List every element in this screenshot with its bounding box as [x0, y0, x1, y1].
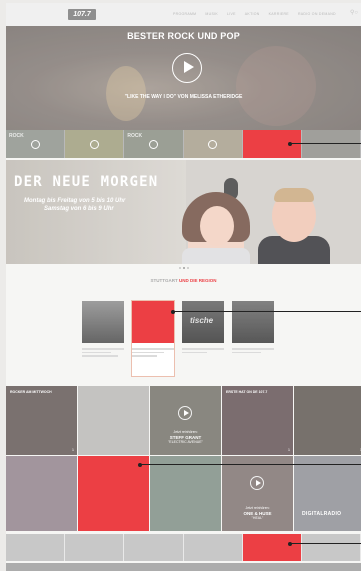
callout-pointer-3 — [138, 462, 361, 467]
digitalradio-logo: DIGITALRADIO — [302, 511, 342, 517]
news-card-image — [232, 301, 274, 343]
news-card-text — [232, 343, 274, 376]
morning-show-schedule-weekday: Montag bis Freitag von 5 bis 10 Uhr — [24, 198, 126, 204]
morning-show-title: DER NEUE MORGEN — [14, 174, 159, 190]
play-icon[interactable] — [178, 406, 192, 420]
top-nav: 107.7 PROGRAMM MUSIK LIVE AKTION KARRIER… — [6, 3, 361, 26]
news-card-image — [82, 301, 124, 343]
channel-tag: ROCK — [9, 133, 24, 139]
tile[interactable] — [6, 456, 77, 531]
channel-thumb-1[interactable]: ROCK — [6, 130, 66, 158]
nav-link-programm[interactable]: PROGRAMM — [173, 12, 196, 16]
tile-title: ROCKER AM MITTWOCH — [10, 390, 52, 394]
bottom-cell[interactable] — [124, 534, 184, 561]
news-card[interactable] — [82, 301, 124, 376]
tile[interactable]: Jetzt reinhören: ONE & HUSE "HEAL" — [222, 456, 293, 531]
channel-tag: ROCK — [127, 133, 143, 139]
channel-thumb-3[interactable]: ROCK — [124, 130, 184, 158]
channel-thumb-2[interactable] — [65, 130, 125, 158]
content-tiles: ROCKER AM MITTWOCH 1 Jetzt reinhören: ST… — [6, 386, 361, 532]
carousel-dot-active[interactable] — [183, 267, 185, 269]
news-card-text — [132, 343, 174, 376]
nav-links: PROGRAMM MUSIK LIVE AKTION KARRIERE RADI… — [173, 12, 336, 16]
channel-thumb-6[interactable] — [301, 130, 361, 158]
bottom-cell-highlight[interactable] — [242, 534, 302, 561]
news-card-active[interactable] — [131, 300, 175, 377]
tile-highlight[interactable] — [78, 456, 149, 531]
nav-link-aktion[interactable]: AKTION — [245, 12, 260, 16]
channel-strip: ROCK ROCK — [6, 130, 361, 158]
news-card-image-text: tische — [190, 316, 214, 325]
news-cards: tische — [82, 300, 274, 377]
news-card-image-highlight — [132, 301, 174, 343]
tile-caption-song: "ELECTRIC AVENUE" — [168, 440, 203, 444]
play-icon — [148, 139, 158, 149]
bottom-cell[interactable] — [301, 534, 361, 561]
bottom-cell[interactable] — [65, 534, 125, 561]
tile-caption-song: "HEAL" — [251, 516, 264, 520]
station-logo[interactable]: 107.7 — [68, 9, 96, 20]
tile[interactable] — [150, 456, 221, 531]
tile[interactable]: 1 — [294, 386, 361, 455]
news-card-text — [82, 343, 124, 376]
tile-count: 1 — [72, 448, 74, 452]
hero-title: BESTER ROCK UND POP — [127, 31, 240, 41]
tile[interactable]: Jetzt reinhören: STEFF GRANT "ELECTRIC A… — [150, 386, 221, 455]
search-icon[interactable]: ⚲○ — [350, 9, 358, 16]
tile-caption: Jetzt reinhören: ONE & HUSE "HEAL" — [222, 506, 293, 521]
carousel-dot[interactable] — [187, 267, 189, 269]
section-heading: STUTTGART UND DIE REGION — [6, 278, 361, 283]
play-icon — [89, 139, 99, 149]
page: 107.7 PROGRAMM MUSIK LIVE AKTION KARRIER… — [6, 3, 361, 571]
host-photo-2 — [258, 188, 330, 264]
callout-pointer-4 — [288, 541, 361, 546]
callout-pointer-1 — [288, 141, 361, 146]
channel-thumb-5-highlight[interactable] — [242, 130, 302, 158]
tile[interactable]: ROCKER AM MITTWOCH 1 — [6, 386, 77, 455]
hero-now-playing: "LIKE THE WAY I DO" VON MELISSA ETHERIDG… — [124, 94, 243, 100]
nav-link-karriere[interactable]: KARRIERE — [269, 12, 289, 16]
section-heading-prefix: STUTTGART — [150, 278, 178, 283]
callout-pointer-2 — [171, 309, 361, 314]
tile[interactable] — [78, 386, 149, 455]
tile[interactable]: DIGITALRADIO — [294, 456, 361, 531]
play-icon — [30, 139, 40, 149]
news-card-text — [182, 343, 224, 376]
news-card[interactable]: tische — [182, 301, 224, 376]
tile[interactable]: ERSTE HAT ON DE 107.7 1 — [222, 386, 293, 455]
hero-banner[interactable]: BESTER ROCK UND POP "LIKE THE WAY I DO" … — [6, 26, 361, 130]
host-photo-1 — [182, 192, 250, 264]
carousel-dot[interactable] — [179, 267, 181, 269]
play-icon[interactable] — [172, 53, 202, 83]
host-1-shirt — [182, 248, 250, 264]
bottom-cell[interactable] — [6, 534, 66, 561]
morning-show-schedule-saturday: Samstag von 6 bis 9 Uhr — [44, 206, 114, 212]
play-icon — [208, 139, 218, 149]
host-2-hair — [274, 188, 314, 202]
play-icon[interactable] — [250, 476, 264, 490]
nav-link-on-demand[interactable]: RADIO ON DEMAND — [298, 12, 336, 16]
bottom-strip — [6, 534, 361, 561]
host-1-face — [200, 206, 234, 246]
hero-light-decoration-2 — [236, 46, 316, 126]
morning-show-banner[interactable]: DER NEUE MORGEN Montag bis Freitag von 5… — [6, 160, 361, 264]
channel-thumb-4[interactable] — [183, 130, 243, 158]
carousel-dots — [179, 267, 189, 269]
tile-title: ERSTE HAT ON DE 107.7 — [226, 390, 268, 394]
footer — [6, 563, 361, 571]
tile-caption: Jetzt reinhören: STEFF GRANT "ELECTRIC A… — [150, 430, 221, 445]
nav-link-live[interactable]: LIVE — [227, 12, 236, 16]
news-card[interactable] — [232, 301, 274, 376]
news-card-image: tische — [182, 301, 224, 343]
section-heading-suffix: UND DIE REGION — [179, 278, 217, 283]
tile-count: 1 — [288, 448, 290, 452]
nav-link-musik[interactable]: MUSIK — [205, 12, 218, 16]
bottom-cell[interactable] — [183, 534, 243, 561]
